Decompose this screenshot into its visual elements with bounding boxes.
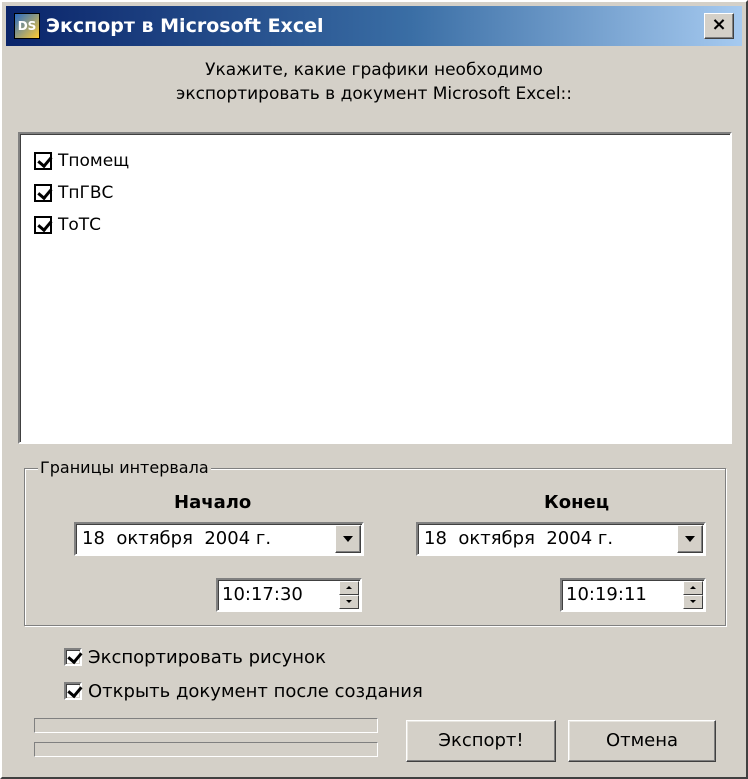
start-time-value: 10:17:30 bbox=[222, 584, 303, 605]
checkbox-checked-icon[interactable] bbox=[64, 648, 82, 666]
checkbox-checked-icon[interactable] bbox=[64, 682, 82, 700]
close-button[interactable]: × bbox=[704, 13, 734, 39]
export-picture-label: Экспортировать рисунок bbox=[88, 646, 326, 668]
start-heading: Начало bbox=[174, 492, 252, 513]
spinner-arrows bbox=[339, 581, 359, 609]
close-icon: × bbox=[711, 14, 727, 35]
spin-up-icon[interactable] bbox=[683, 581, 703, 595]
graphs-checklist[interactable]: Тпомещ ТпГВС ТоТС bbox=[18, 132, 732, 444]
dropdown-arrow-icon[interactable] bbox=[335, 525, 361, 553]
list-item-label: ТоТС bbox=[58, 215, 102, 235]
progress-bar-1 bbox=[34, 718, 378, 733]
list-item-tpgvs[interactable]: ТпГВС bbox=[34, 180, 113, 206]
app-icon: DS bbox=[14, 13, 40, 39]
end-time-spinner[interactable]: 10:19:11 bbox=[560, 578, 706, 612]
open-document-option[interactable]: Открыть документ после создания bbox=[64, 678, 423, 704]
cancel-button[interactable]: Отмена bbox=[568, 720, 716, 762]
end-date-combo[interactable]: 18 октября 2004 г. bbox=[416, 522, 706, 556]
end-heading: Конец bbox=[544, 492, 610, 513]
export-dialog: DS Экспорт в Microsoft Excel × Укажите, … bbox=[0, 0, 748, 779]
start-date-combo[interactable]: 18 октября 2004 г. bbox=[74, 522, 364, 556]
list-item-label: ТпГВС bbox=[58, 183, 114, 203]
start-time-spinner[interactable]: 10:17:30 bbox=[216, 578, 362, 612]
spin-down-icon[interactable] bbox=[339, 595, 359, 609]
list-item-label: Тпомещ bbox=[58, 151, 130, 171]
interval-legend: Границы интервала bbox=[38, 458, 211, 478]
export-picture-option[interactable]: Экспортировать рисунок bbox=[64, 644, 326, 670]
progress-bar-2 bbox=[34, 742, 378, 757]
window-title: Экспорт в Microsoft Excel bbox=[46, 15, 324, 37]
checkbox-checked-icon[interactable] bbox=[34, 152, 52, 170]
dropdown-arrow-icon[interactable] bbox=[677, 525, 703, 553]
list-item-tots[interactable]: ТоТС bbox=[34, 212, 101, 238]
instruction-line-1: Укажите, какие графики необходимо bbox=[205, 60, 543, 80]
spin-up-icon[interactable] bbox=[339, 581, 359, 595]
checkbox-checked-icon[interactable] bbox=[34, 216, 52, 234]
checkbox-checked-icon[interactable] bbox=[34, 184, 52, 202]
spinner-arrows bbox=[683, 581, 703, 609]
end-date-value: 18 октября 2004 г. bbox=[424, 528, 614, 549]
instruction-line-2: экспортировать в документ Microsoft Exce… bbox=[175, 84, 573, 104]
list-item-tpomesch[interactable]: Тпомещ bbox=[34, 148, 129, 174]
spin-down-icon[interactable] bbox=[683, 595, 703, 609]
export-button[interactable]: Экспорт! bbox=[406, 720, 556, 762]
start-date-value: 18 октября 2004 г. bbox=[82, 528, 272, 549]
title-bar[interactable]: DS Экспорт в Microsoft Excel × bbox=[6, 6, 742, 46]
end-time-value: 10:19:11 bbox=[566, 584, 647, 605]
instruction-text: Укажите, какие графики необходимо экспор… bbox=[22, 58, 726, 106]
open-document-label: Открыть документ после создания bbox=[88, 680, 423, 702]
